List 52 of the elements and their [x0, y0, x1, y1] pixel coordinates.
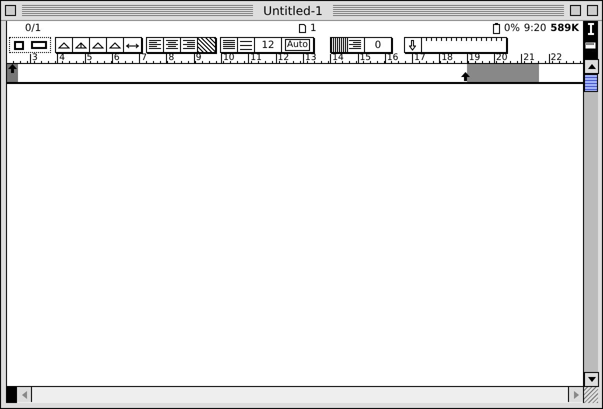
ruler-label: 4: [57, 54, 85, 63]
paragraph-spacing-button[interactable]: [348, 38, 365, 52]
tab-marker-icon: [92, 41, 104, 49]
selection-count: 0/1: [25, 23, 42, 34]
ruler-label: 3: [30, 54, 58, 63]
tab-marker-icon: [58, 41, 70, 49]
line-spacing-button[interactable]: [238, 38, 255, 52]
tab-stop-button[interactable]: [73, 38, 90, 52]
scroll-left-icon[interactable]: [17, 387, 32, 402]
indent-ruler-control[interactable]: [404, 37, 507, 53]
collapse-box-icon[interactable]: [587, 5, 598, 16]
title-bar-stripes[interactable]: [22, 5, 254, 16]
line-spacing-value[interactable]: Auto: [285, 39, 310, 51]
clock-time: 9:20: [524, 23, 546, 34]
view-toggle-group[interactable]: [9, 37, 51, 53]
resize-grip-icon[interactable]: [584, 387, 598, 403]
alignment-button[interactable]: [181, 38, 198, 52]
tab-marker-icon: [126, 41, 139, 49]
scroll-right-icon[interactable]: [568, 387, 583, 402]
margin-shading: [467, 64, 539, 82]
page-number: 1: [310, 23, 316, 34]
battery-level: 0%: [504, 23, 520, 34]
horizontal-scrollbar[interactable]: [7, 386, 583, 403]
spacing-value[interactable]: 0: [364, 38, 391, 52]
close-box-icon[interactable]: [5, 5, 16, 16]
ruler-label: 22: [548, 54, 576, 63]
window-icon[interactable]: [14, 40, 24, 50]
line-spacing-button[interactable]: [221, 38, 238, 52]
alignment-button[interactable]: [164, 38, 181, 52]
ruler-icon[interactable]: [30, 41, 46, 49]
dotted-pattern-button[interactable]: [330, 38, 348, 52]
scroll-up-icon[interactable]: [584, 59, 599, 74]
triangle-marker-icon[interactable]: [461, 72, 470, 81]
tab-stop-button[interactable]: [90, 38, 107, 52]
alignment-button[interactable]: [198, 38, 215, 52]
ruler-label: 21: [521, 54, 549, 63]
title-bar-stripes[interactable]: [332, 5, 564, 16]
alignment-button[interactable]: [147, 38, 164, 52]
tab-marker-icon: [108, 41, 122, 49]
zoom-box-icon[interactable]: [570, 5, 581, 16]
free-memory: 589K: [550, 23, 579, 34]
down-arrow-icon: [409, 40, 416, 50]
tab-stop-button[interactable]: [107, 38, 124, 52]
font-size-value[interactable]: 12: [255, 38, 282, 52]
tab-stop-button[interactable]: [56, 38, 73, 52]
scroll-thumb[interactable]: [584, 74, 598, 92]
page-icon: [299, 24, 306, 33]
triangle-marker-icon[interactable]: [8, 64, 17, 73]
tab-marker-icon: [74, 41, 88, 49]
vertical-scrollbar[interactable]: [583, 59, 598, 403]
scroll-down-icon[interactable]: [584, 372, 599, 387]
window-title: Untitled-1: [262, 4, 324, 18]
